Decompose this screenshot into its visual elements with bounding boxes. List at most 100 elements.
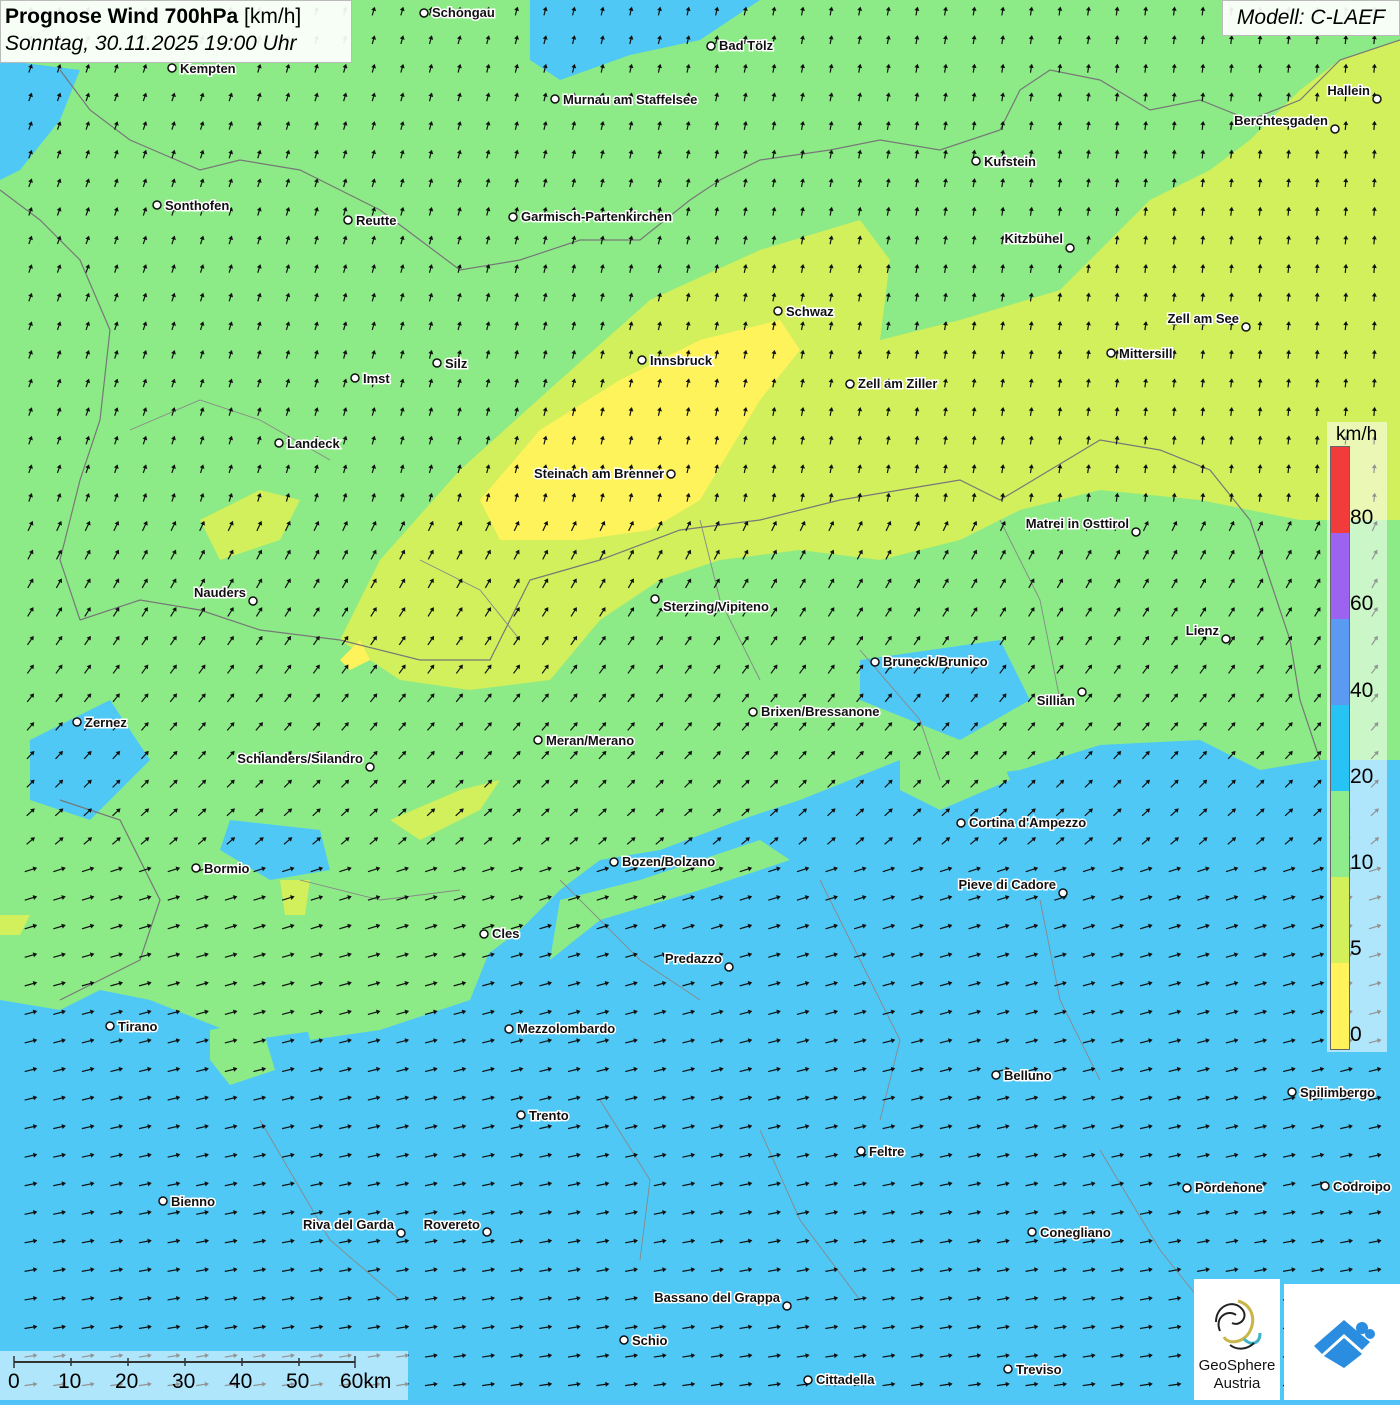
city-label: Bruneck/Brunico [883,654,988,669]
city-label: Spilimbergo [1300,1085,1375,1100]
city-brixen-bressanone: Brixen/Bressanone [748,703,881,721]
city-label: Brixen/Bressanone [761,704,880,719]
city-label: Pieve di Cadore [958,877,1056,892]
city-label: Sonthofen [165,198,229,213]
wind-map: Schongau Bad Tölz Kempten Murnau am Staffel… [0,0,1400,1400]
city-marker [870,657,880,667]
geosphere-country: Austria [1213,1375,1261,1392]
city-marker [365,762,375,772]
city-murnau-am-staffelsee: Murnau am Staffelsee [550,91,699,109]
city-label: Mittersill [1119,346,1172,361]
city-label: Feltre [869,1144,904,1159]
city-marker [1077,687,1087,697]
city-marker [479,929,489,939]
city-marker [1330,124,1340,134]
city-marker [803,1375,813,1385]
city-marker [508,212,518,222]
city-marker [191,863,201,873]
city-marker [782,1301,792,1311]
city-label: Trento [529,1108,569,1123]
legend-segment [1331,619,1349,705]
city-mezzolombardo: Mezzolombardo [504,1020,617,1038]
city-marker [1182,1183,1192,1193]
partner-logo[interactable] [1284,1284,1400,1400]
map-title: Prognose Wind 700hPa [km/h] [5,4,347,30]
city-label: Bad Tölz [719,38,774,53]
city-schongau: Schongau [419,4,496,22]
city-marker [1320,1181,1330,1191]
legend-segment [1331,705,1349,791]
city-label: Imst [363,371,390,386]
city-label: Bozen/Bolzano [622,854,715,869]
city-label: Predazzo [665,951,722,966]
city-label: Kitzbühel [1005,231,1064,246]
scale-label-10: 10 [58,1370,82,1393]
city-marker [167,63,177,73]
city-marker [533,735,543,745]
city-label: Sterzing/Vipiteno [663,599,769,614]
legend-segment [1331,447,1349,533]
city-label: Matrei in Osttirol [1026,516,1129,531]
city-label: Schio [632,1333,667,1348]
city-marker [550,94,560,104]
city-label: Cles [492,926,519,941]
legend-unit: km/h [1336,424,1378,445]
city-marker [516,1110,526,1120]
city-pordenone: Pordenone [1182,1179,1264,1197]
city-marker [158,1196,168,1206]
city-marker [343,215,353,225]
city-marker [482,1227,492,1237]
city-label: Garmisch-Partenkirchen [521,209,672,224]
geosphere-logo[interactable]: GeoSphere Austria [1194,1279,1280,1400]
city-marker [1372,94,1382,104]
geosphere-name: GeoSphere [1198,1357,1276,1374]
city-label: Riva del Garda [303,1217,395,1232]
city-marker [432,358,442,368]
city-marker [1287,1087,1297,1097]
city-meran-merano: Meran/Merano [533,732,636,750]
city-label: Belluno [1004,1068,1052,1083]
legend-label: 80 [1350,506,1374,529]
title-unit: [km/h] [244,5,302,28]
city-marker [504,1024,514,1034]
scale-label-40: 40 [229,1370,253,1393]
city-marker [396,1228,406,1238]
city-label: Bienno [171,1194,215,1209]
city-marker [609,857,619,867]
geosphere-emblem-icon [1215,1299,1262,1350]
forecast-datetime: Sonntag, 30.11.2025 19:00 Uhr [5,32,297,55]
city-marker [971,156,981,166]
city-label: Nauders [194,585,246,600]
city-label: Sillian [1037,693,1075,708]
city-marker [637,355,647,365]
legend-segment [1331,791,1349,877]
scale-label-50: 50 [286,1370,310,1393]
legend-label: 40 [1350,679,1374,702]
legend-label: 10 [1350,851,1374,874]
city-label: Mezzolombardo [517,1021,615,1036]
city-conegliano: Conegliano [1027,1224,1112,1242]
city-marker [350,373,360,383]
title-main: Prognose Wind 700hPa [5,5,239,28]
city-label: Treviso [1016,1362,1062,1377]
legend-segment [1331,533,1349,619]
legend-label: 60 [1350,592,1374,615]
city-zell-am-ziller: Zell am Ziller [845,375,939,393]
model-label: Modell: C-LAEF [1222,0,1400,36]
city-marker [773,306,783,316]
city-marker [1241,322,1251,332]
city-steinach-am-brenner: Steinach am Brenner [532,465,676,483]
city-marker [152,200,162,210]
city-label: Zell am Ziller [858,376,937,391]
city-marker [105,1021,115,1031]
city-label: Murnau am Staffelsee [563,92,697,107]
city-label: Pordenone [1195,1180,1263,1195]
city-marker [856,1146,866,1156]
city-marker [1106,348,1116,358]
legend-label: 5 [1350,937,1362,960]
scale-label-0: 0 [8,1370,20,1393]
legend-segment [1331,963,1349,1049]
city-garmisch-partenkirchen: Garmisch-Partenkirchen [508,208,674,226]
legend-colorbar [1330,446,1350,1050]
scale-label-20: 20 [115,1370,139,1393]
